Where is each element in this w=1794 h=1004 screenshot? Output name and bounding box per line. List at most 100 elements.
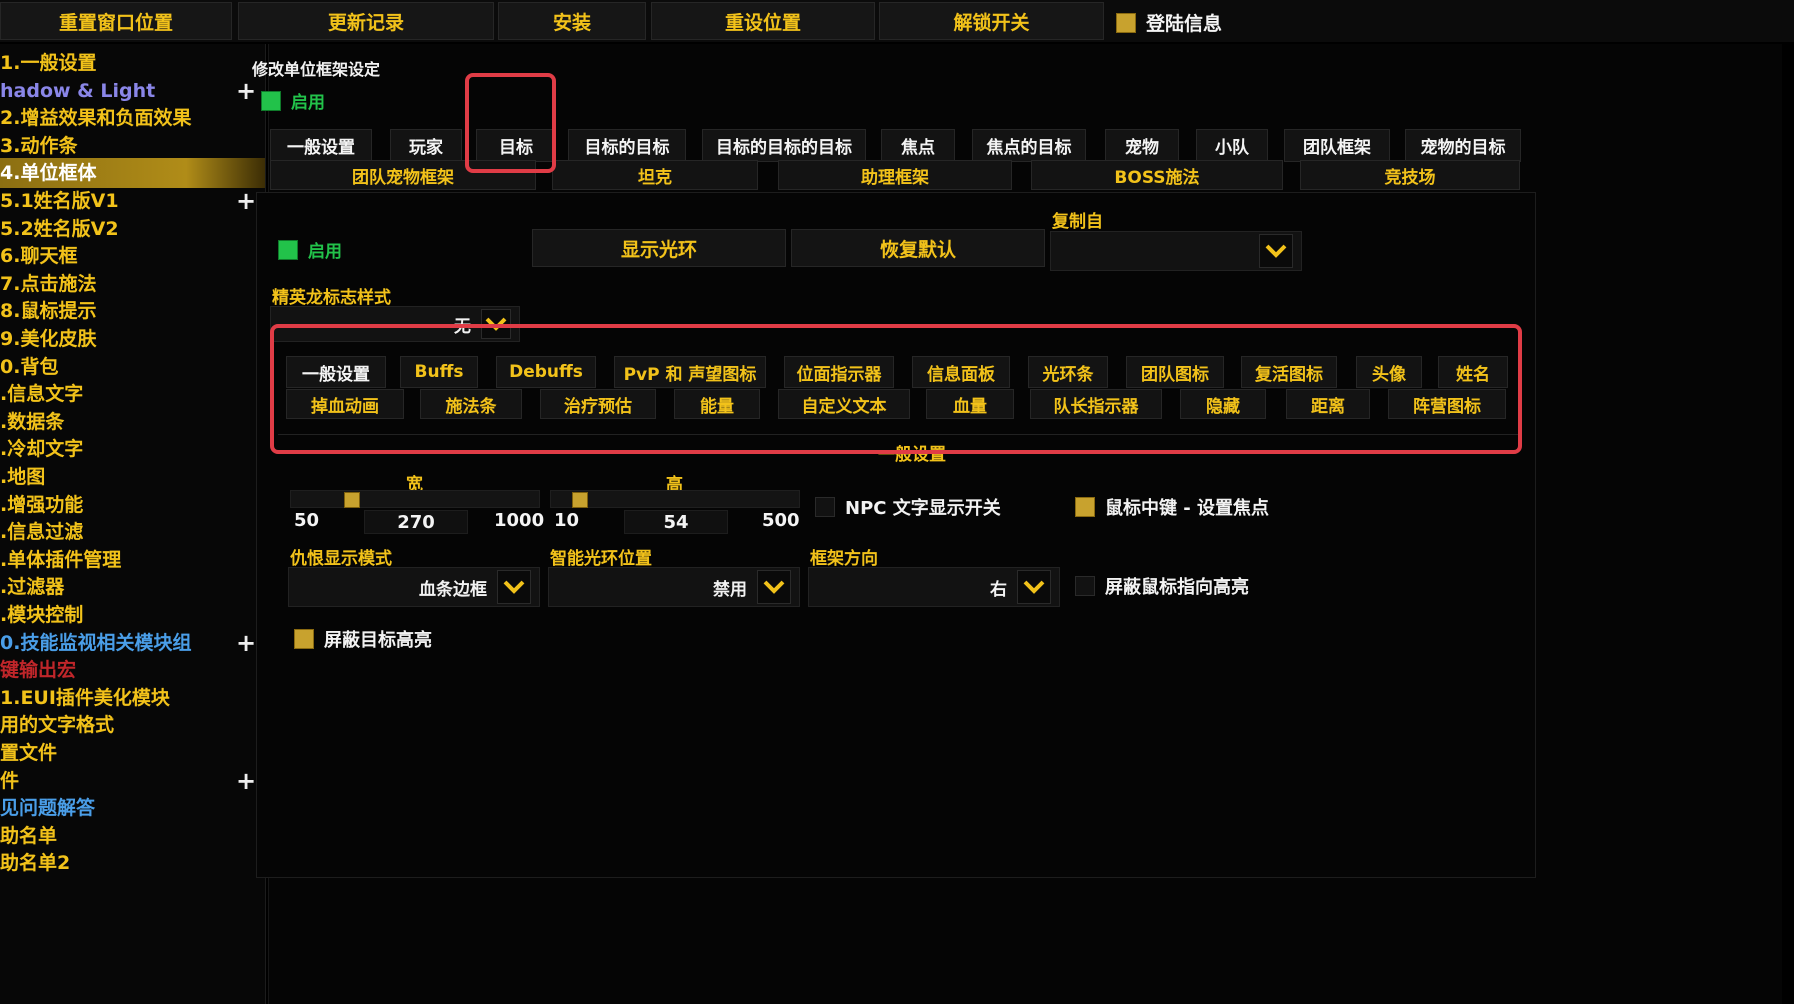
- unit-tab[interactable]: 一般设置: [270, 129, 372, 162]
- element-tab[interactable]: 姓名: [1438, 356, 1508, 388]
- sidebar-item[interactable]: 2.增益效果和负面效果: [0, 103, 265, 133]
- width-value-input[interactable]: 270: [364, 510, 468, 534]
- reset-position-button[interactable]: 重设位置: [651, 2, 875, 40]
- unit-tab[interactable]: 目标的目标: [568, 129, 686, 162]
- expand-plus-icon[interactable]: +: [236, 186, 256, 216]
- element-tab[interactable]: 施法条: [420, 389, 522, 419]
- sidebar-item[interactable]: 键输出宏: [0, 655, 265, 685]
- sidebar-item[interactable]: 7.点击施法: [0, 269, 265, 299]
- width-slider[interactable]: [290, 490, 540, 508]
- sidebar-item[interactable]: .过滤器: [0, 572, 265, 602]
- disable-mouseover-highlight-checkbox[interactable]: [1075, 576, 1095, 596]
- expand-plus-icon[interactable]: +: [236, 766, 256, 796]
- sidebar-item[interactable]: .模块控制: [0, 600, 265, 630]
- sidebar-item[interactable]: 0.背包: [0, 352, 265, 382]
- element-tab[interactable]: 自定义文本: [778, 389, 910, 419]
- sidebar-item[interactable]: 5.1姓名版V1: [0, 186, 265, 216]
- sidebar-item[interactable]: .冷却文字: [0, 434, 265, 464]
- sidebar-item[interactable]: 6.聊天框: [0, 241, 265, 271]
- enable-target-checkbox[interactable]: [278, 239, 298, 260]
- unit-tab[interactable]: 坦克: [552, 160, 758, 190]
- unit-tab[interactable]: 目标的目标的目标: [702, 129, 866, 162]
- disable-mouseover-highlight-toggle[interactable]: 屏蔽鼠标指向高亮: [1075, 573, 1249, 599]
- unit-tab[interactable]: 团队宠物框架: [270, 160, 536, 190]
- sidebar-item[interactable]: 3.动作条: [0, 131, 265, 161]
- element-tab[interactable]: 一般设置: [286, 356, 386, 388]
- show-aura-button[interactable]: 显示光环: [532, 229, 786, 267]
- reset-window-position-button[interactable]: 重置窗口位置: [0, 2, 232, 40]
- frame-orientation-dropdown[interactable]: 右: [808, 567, 1060, 607]
- element-tab[interactable]: Buffs: [400, 356, 478, 388]
- disable-target-highlight-toggle[interactable]: 屏蔽目标高亮: [294, 626, 432, 652]
- sidebar-item[interactable]: 助名单2: [0, 848, 265, 878]
- sidebar-item[interactable]: 助名单: [0, 821, 265, 851]
- chevron-down-icon[interactable]: [497, 570, 531, 604]
- changelog-button[interactable]: 更新记录: [238, 2, 494, 40]
- sidebar-item[interactable]: .信息过滤: [0, 517, 265, 547]
- sidebar-item[interactable]: 8.鼠标提示: [0, 296, 265, 326]
- height-slider[interactable]: [550, 490, 800, 508]
- sidebar-item[interactable]: .增强功能: [0, 490, 265, 520]
- unit-tab[interactable]: 助理框架: [778, 160, 1012, 190]
- unit-tab[interactable]: 焦点: [881, 129, 955, 162]
- unit-tab[interactable]: 小队: [1196, 129, 1268, 162]
- element-tab[interactable]: 掉血动画: [286, 389, 404, 419]
- unit-tab[interactable]: 团队框架: [1284, 129, 1390, 162]
- threat-mode-dropdown[interactable]: 血条边框: [288, 567, 540, 607]
- height-value-input[interactable]: 54: [624, 510, 728, 534]
- sidebar-item[interactable]: 用的文字格式: [0, 710, 265, 740]
- sidebar-item[interactable]: 0.技能监视相关模块组: [0, 628, 265, 658]
- sidebar-item[interactable]: .数据条: [0, 407, 265, 437]
- expand-plus-icon[interactable]: +: [236, 628, 256, 658]
- enable-target-toggle[interactable]: 启用: [278, 237, 342, 262]
- element-tab[interactable]: 位面指示器: [784, 356, 894, 388]
- chevron-down-icon[interactable]: [481, 309, 511, 339]
- enable-checkbox[interactable]: [261, 90, 281, 111]
- npc-text-toggle[interactable]: NPC 文字显示开关: [815, 494, 1001, 520]
- sidebar-item[interactable]: 4.单位框体: [0, 158, 265, 189]
- expand-plus-icon[interactable]: +: [236, 76, 256, 106]
- element-tab[interactable]: 治疗预估: [540, 389, 656, 419]
- unit-tab[interactable]: 玩家: [390, 129, 462, 162]
- enable-unitframes-toggle[interactable]: 启用: [261, 88, 325, 113]
- sidebar-item[interactable]: 9.美化皮肤: [0, 324, 265, 354]
- element-tab[interactable]: 头像: [1356, 356, 1422, 388]
- element-tab[interactable]: 队长指示器: [1030, 389, 1162, 419]
- sidebar-item[interactable]: 5.2姓名版V2: [0, 214, 265, 244]
- unit-tab[interactable]: BOSS施法: [1031, 160, 1283, 190]
- sidebar-item[interactable]: 1.EUI插件美化模块: [0, 683, 265, 713]
- middle-click-focus-toggle[interactable]: 鼠标中键 - 设置焦点: [1075, 494, 1269, 520]
- chevron-down-icon[interactable]: [757, 570, 791, 604]
- height-slider-thumb[interactable]: [572, 492, 588, 508]
- element-tab[interactable]: 复活图标: [1241, 356, 1337, 388]
- login-info-checkbox[interactable]: [1116, 12, 1136, 33]
- sidebar-item[interactable]: .地图: [0, 462, 265, 492]
- elite-style-dropdown[interactable]: 无: [270, 306, 520, 342]
- element-tab[interactable]: 能量: [674, 389, 760, 419]
- npc-text-checkbox[interactable]: [815, 497, 835, 517]
- sidebar-item[interactable]: 置文件: [0, 738, 265, 768]
- login-info-toggle[interactable]: 登陆信息: [1116, 9, 1222, 36]
- unit-tab[interactable]: 竞技场: [1300, 160, 1520, 190]
- width-slider-thumb[interactable]: [344, 492, 360, 508]
- unit-tab[interactable]: 目标: [476, 129, 556, 162]
- install-button[interactable]: 安装: [498, 2, 646, 40]
- element-tab[interactable]: 光环条: [1028, 356, 1108, 388]
- element-tab[interactable]: 阵营图标: [1388, 389, 1506, 419]
- element-tab[interactable]: 信息面板: [912, 356, 1010, 388]
- sidebar-item[interactable]: 件: [0, 766, 265, 796]
- unit-tab[interactable]: 宠物: [1105, 129, 1179, 162]
- sidebar-item[interactable]: .信息文字: [0, 379, 265, 409]
- restore-default-button[interactable]: 恢复默认: [791, 229, 1045, 267]
- sidebar-item[interactable]: hadow & Light: [0, 76, 265, 106]
- element-tab[interactable]: PvP 和 声望图标: [614, 356, 766, 388]
- element-tab[interactable]: 血量: [926, 389, 1014, 419]
- copy-from-dropdown[interactable]: [1050, 231, 1302, 271]
- sidebar-item[interactable]: .单体插件管理: [0, 545, 265, 575]
- element-tab[interactable]: 隐藏: [1180, 389, 1266, 419]
- unlock-toggle-button[interactable]: 解锁开关: [879, 2, 1104, 40]
- sidebar-item[interactable]: 1.一般设置: [0, 48, 265, 78]
- element-tab[interactable]: 距离: [1286, 389, 1370, 419]
- unit-tab[interactable]: 焦点的目标: [972, 129, 1086, 162]
- sidebar-item[interactable]: 见问题解答: [0, 793, 265, 823]
